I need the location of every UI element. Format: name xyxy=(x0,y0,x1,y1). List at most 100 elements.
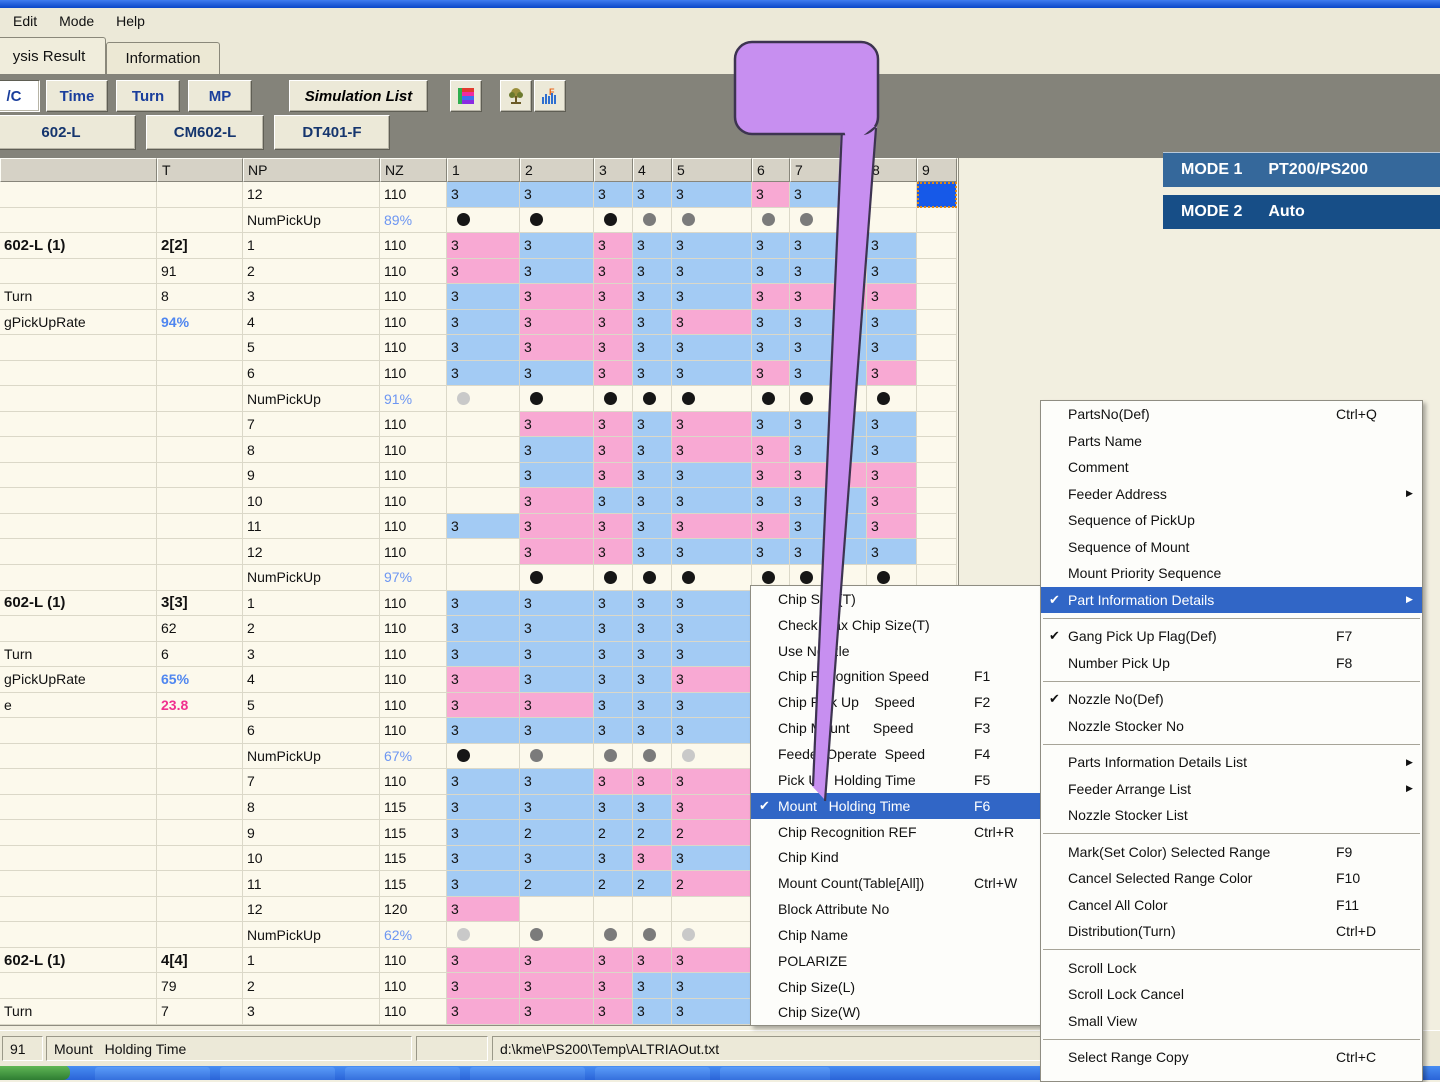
grid-cell[interactable]: 3 xyxy=(672,310,752,336)
t-cell[interactable] xyxy=(157,386,243,412)
grid-cell[interactable]: 3 xyxy=(447,897,520,923)
grid-cell[interactable]: 2 xyxy=(672,820,752,846)
grid-cell[interactable]: 3 xyxy=(752,361,790,387)
machine-tab-cm602l[interactable]: CM602-L xyxy=(146,115,264,150)
menu-item-chip-size-l[interactable]: Chip Size(L) xyxy=(751,974,1042,1000)
grid-cell[interactable]: 3 xyxy=(867,361,917,387)
t-cell[interactable] xyxy=(157,897,243,923)
grid-cell[interactable]: 3 xyxy=(447,693,520,719)
grid-cell[interactable] xyxy=(917,361,957,387)
menu-item-check-max-chip-size-t[interactable]: Check Max Chip Size(T) xyxy=(751,612,1042,638)
grid-cell[interactable]: 3 xyxy=(633,769,672,795)
t-cell[interactable] xyxy=(157,488,243,514)
menu-item-cancel-selected-range-color[interactable]: Cancel Selected Range ColorF10 xyxy=(1041,865,1422,892)
pickup-dot-cell[interactable] xyxy=(752,386,790,412)
np-cell[interactable]: 2 xyxy=(243,616,380,642)
tree-icon[interactable] xyxy=(500,80,532,112)
grid-cell[interactable] xyxy=(447,437,520,463)
machine-label-cell[interactable] xyxy=(0,744,157,770)
grid-cell[interactable] xyxy=(917,386,957,412)
column-header-t[interactable]: T xyxy=(157,158,243,182)
grid-cell[interactable]: 3 xyxy=(633,310,672,336)
np-cell[interactable]: 11 xyxy=(243,871,380,897)
pickup-dot-cell[interactable] xyxy=(520,208,594,234)
menu-item-nozzle-stocker-no[interactable]: Nozzle Stocker No xyxy=(1041,713,1422,740)
pickup-dot-cell[interactable] xyxy=(633,744,672,770)
grid-cell[interactable]: 3 xyxy=(752,437,790,463)
grid-cell[interactable]: 3 xyxy=(633,667,672,693)
grid-cell[interactable]: 2 xyxy=(594,820,633,846)
grid-cell[interactable]: 3 xyxy=(447,820,520,846)
grid-cell[interactable]: 3 xyxy=(633,361,672,387)
np-cell[interactable]: 12 xyxy=(243,182,380,208)
tab-information[interactable]: Information xyxy=(106,42,220,74)
np-cell[interactable]: 12 xyxy=(243,897,380,923)
taskbar-button[interactable] xyxy=(470,1067,585,1080)
grid-cell[interactable]: 3 xyxy=(672,769,752,795)
np-cell[interactable]: NumPickUp xyxy=(243,386,380,412)
grid-cell[interactable]: 3 xyxy=(672,973,752,999)
grid-cell[interactable]: 3 xyxy=(867,539,917,565)
grid-cell[interactable]: 3 xyxy=(633,693,672,719)
grid-cell[interactable]: 3 xyxy=(790,284,867,310)
grid-cell[interactable]: 3 xyxy=(867,463,917,489)
machine-label-cell[interactable] xyxy=(0,386,157,412)
grid-cell[interactable]: 3 xyxy=(752,412,790,438)
grid-cell[interactable]: 3 xyxy=(672,999,752,1025)
grid-cell[interactable]: 3 xyxy=(594,667,633,693)
machine-label-cell[interactable] xyxy=(0,361,157,387)
grid-cell[interactable]: 3 xyxy=(594,310,633,336)
grid-cell[interactable]: 3 xyxy=(633,616,672,642)
menu-item-comment[interactable]: Comment xyxy=(1041,454,1422,481)
nz-cell[interactable]: 110 xyxy=(380,616,447,642)
t-cell[interactable] xyxy=(157,744,243,770)
grid-cell[interactable]: 3 xyxy=(672,667,752,693)
machine-label-cell[interactable] xyxy=(0,259,157,285)
nz-cell[interactable]: 120 xyxy=(380,897,447,923)
nz-cell[interactable]: 110 xyxy=(380,233,447,259)
grid-cell[interactable]: 3 xyxy=(633,591,672,617)
column-header-4[interactable]: 4 xyxy=(633,158,672,182)
np-cell[interactable]: 9 xyxy=(243,820,380,846)
grid-cell[interactable] xyxy=(917,463,957,489)
machine-label-cell[interactable]: 602-L (1) xyxy=(0,591,157,617)
machine-label-cell[interactable] xyxy=(0,973,157,999)
grid-cell[interactable]: 3 xyxy=(790,463,867,489)
grid-cell[interactable]: 3 xyxy=(594,795,633,821)
pickup-dot-cell[interactable] xyxy=(633,386,672,412)
grid-cell[interactable]: 3 xyxy=(520,182,594,208)
grid-cell[interactable]: 3 xyxy=(672,718,752,744)
grid-cell[interactable]: 3 xyxy=(447,718,520,744)
grid-cell[interactable]: 3 xyxy=(633,335,672,361)
grid-cell[interactable]: 3 xyxy=(672,437,752,463)
np-cell[interactable]: 2 xyxy=(243,973,380,999)
grid-cell[interactable]: 3 xyxy=(633,973,672,999)
feeder-graph-icon[interactable]: F xyxy=(534,80,566,112)
grid-cell[interactable]: 3 xyxy=(633,514,672,540)
menu-item-chip-recognition-speed[interactable]: Chip Recognition SpeedF1 xyxy=(751,664,1042,690)
nz-cell[interactable]: 110 xyxy=(380,488,447,514)
pickup-dot-cell[interactable] xyxy=(447,922,520,948)
grid-cell[interactable]: 3 xyxy=(594,437,633,463)
tab-analysis-result[interactable]: ysis Result xyxy=(0,37,106,75)
pickup-dot-cell[interactable] xyxy=(790,208,867,234)
column-header-8[interactable]: 8 xyxy=(867,158,917,182)
grid-cell[interactable]: 3 xyxy=(594,591,633,617)
column-header-label[interactable] xyxy=(0,158,157,182)
column-header-7[interactable]: 7 xyxy=(790,158,867,182)
grid-cell[interactable] xyxy=(917,335,957,361)
np-cell[interactable]: 4 xyxy=(243,667,380,693)
grid-cell[interactable] xyxy=(917,514,957,540)
pickup-dot-cell[interactable] xyxy=(633,922,672,948)
grid-cell[interactable]: 2 xyxy=(633,871,672,897)
t-cell[interactable]: 2[2] xyxy=(157,233,243,259)
t-cell[interactable] xyxy=(157,208,243,234)
pickup-dot-cell[interactable] xyxy=(520,565,594,591)
grid-cell[interactable]: 3 xyxy=(447,335,520,361)
np-cell[interactable]: 3 xyxy=(243,999,380,1025)
machine-label-cell[interactable] xyxy=(0,539,157,565)
grid-cell[interactable]: 3 xyxy=(594,233,633,259)
grid-cell[interactable]: 3 xyxy=(520,412,594,438)
grid-cell[interactable]: 3 xyxy=(520,718,594,744)
np-cell[interactable]: 3 xyxy=(243,284,380,310)
